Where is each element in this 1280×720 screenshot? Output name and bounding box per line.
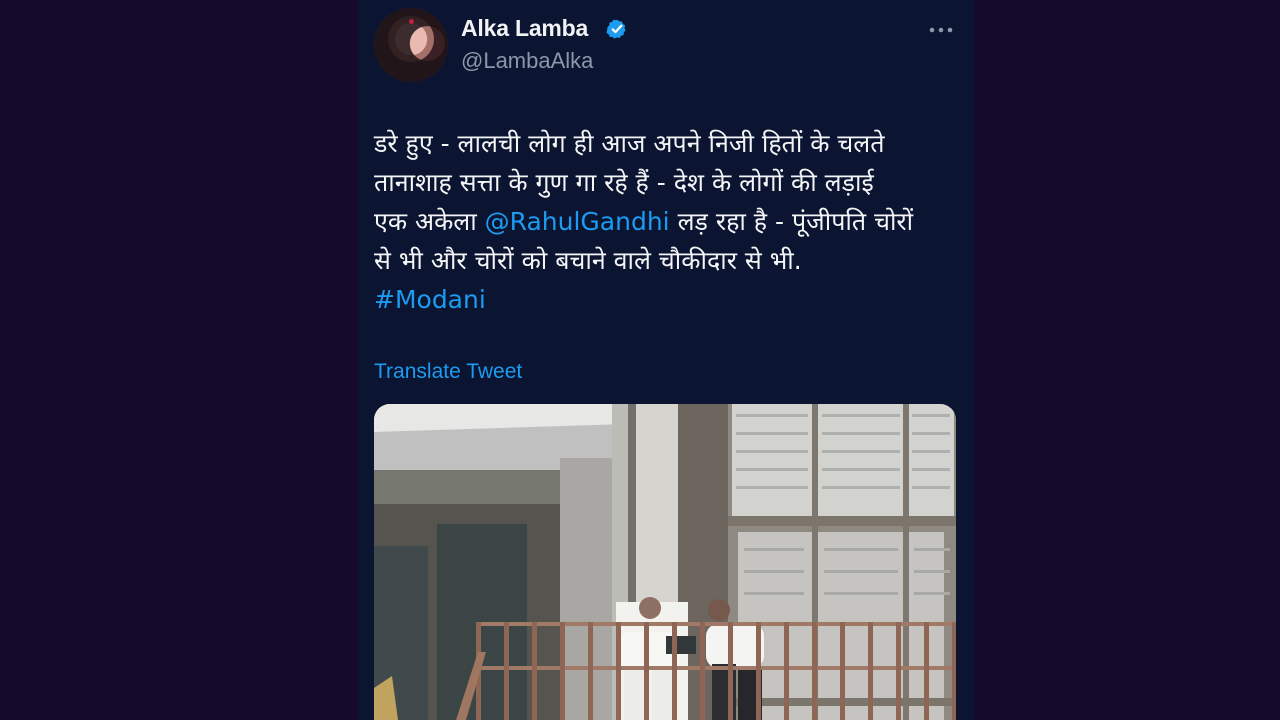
- rahul-gandhi-mention-link[interactable]: @RahulGandhi: [485, 207, 670, 236]
- verified-badge-icon: [606, 19, 626, 39]
- tweet-text-line: डरे हुए - लालची लोग ही आज अपने निजी हितो…: [374, 129, 885, 158]
- modani-hashtag-link[interactable]: #Modani: [374, 280, 966, 319]
- tweet-text-segment: एक अकेला: [374, 207, 485, 236]
- avatar-bindi: [409, 19, 414, 24]
- translate-tweet-link[interactable]: Translate Tweet: [374, 360, 522, 384]
- author-name[interactable]: Alka Lamba: [461, 15, 588, 42]
- tweet-text-line: तानाशाह सत्ता के गुण गा रहे हैं - देश के…: [374, 168, 874, 197]
- balcony-photo: [374, 404, 956, 720]
- screenshot-stage: Alka Lamba @LambaAlka डरे हुए - लालची लो…: [0, 0, 1280, 720]
- profile-avatar[interactable]: [374, 8, 448, 82]
- tweet-text: डरे हुए - लालची लोग ही आज अपने निजी हितो…: [374, 124, 966, 319]
- tweet-text-segment: लड़ रहा है - पूंजीपति चोरों: [669, 207, 914, 236]
- tweet-text-line: से भी और चोरों को बचाने वाले चौकीदार से …: [374, 246, 802, 275]
- tweet-image[interactable]: [374, 404, 956, 720]
- tweet-card[interactable]: Alka Lamba @LambaAlka डरे हुए - लालची लो…: [358, 0, 974, 720]
- tweet-text-line: एक अकेला @RahulGandhi लड़ रहा है - पूंजी…: [374, 202, 966, 241]
- ellipsis-icon[interactable]: [928, 18, 954, 42]
- author-handle[interactable]: @LambaAlka: [461, 48, 593, 74]
